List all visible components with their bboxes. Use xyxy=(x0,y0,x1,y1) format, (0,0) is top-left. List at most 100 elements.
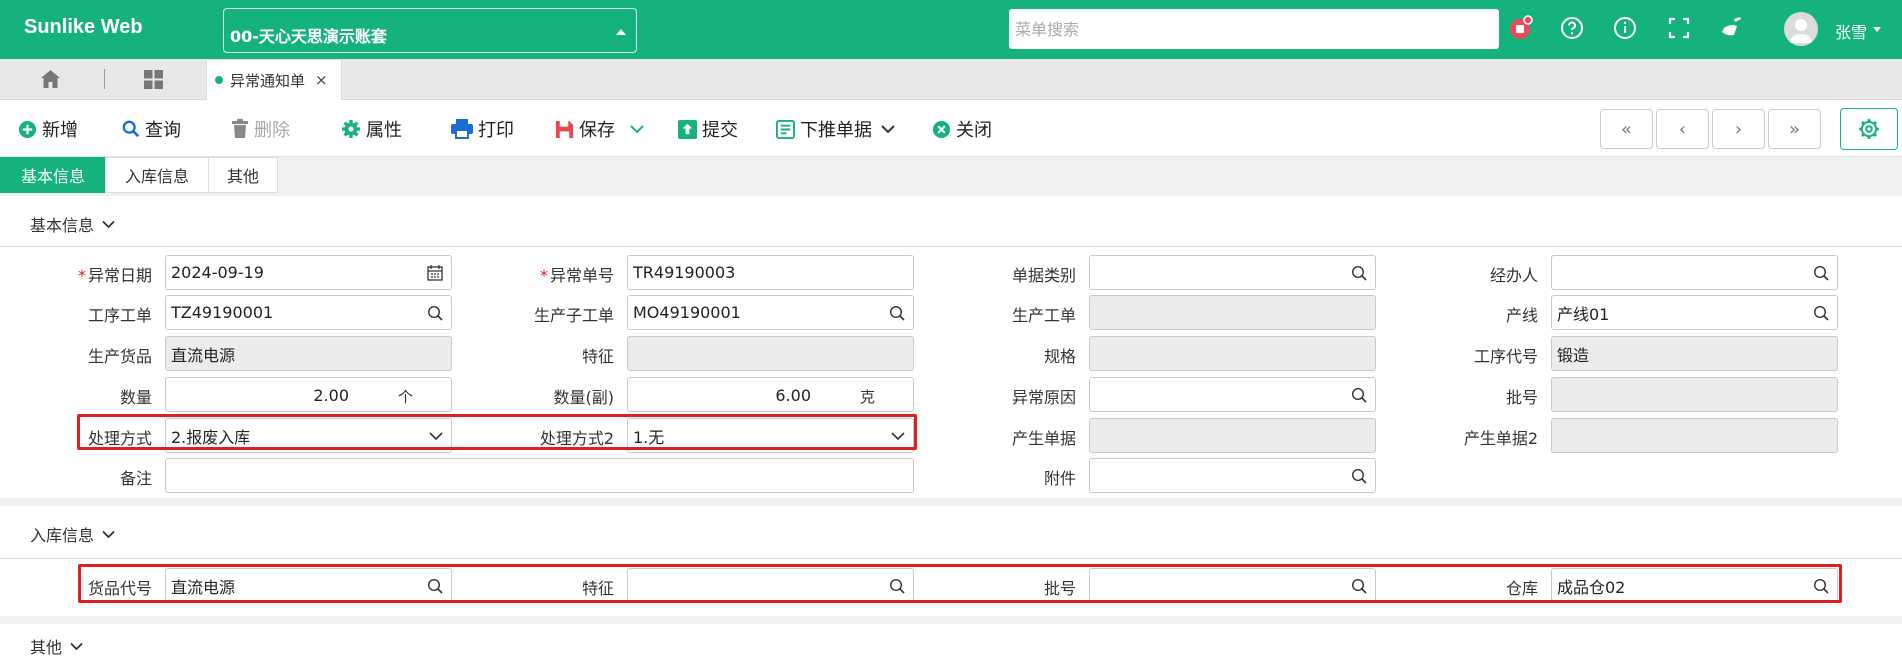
prev-record-button[interactable]: ‹ xyxy=(1656,109,1709,149)
tab-basic-info[interactable]: 基本信息 xyxy=(0,157,106,193)
qty-unit: 个 xyxy=(397,388,413,406)
user-name[interactable]: 张雪 xyxy=(1835,19,1867,43)
proc-order-field[interactable]: TZ49190001 xyxy=(165,295,452,330)
chevron-down-icon xyxy=(1873,27,1881,32)
line-field[interactable]: 产线01 xyxy=(1551,295,1838,330)
other-header[interactable]: 其他 xyxy=(30,634,83,658)
tab-other[interactable]: 其他 xyxy=(208,157,278,193)
first-record-button[interactable]: « xyxy=(1600,109,1653,149)
query-button[interactable]: 查询 xyxy=(122,116,181,142)
search-icon xyxy=(1813,265,1829,281)
chevron-down-icon xyxy=(429,432,443,441)
search-icon xyxy=(1813,578,1829,594)
doc-type-field[interactable] xyxy=(1089,255,1376,290)
warehouse-info-header[interactable]: 入库信息 xyxy=(30,522,115,546)
calendar-icon xyxy=(427,265,443,281)
exc-date-field[interactable]: 2024-09-19 xyxy=(165,255,452,290)
new-button[interactable]: 新增 xyxy=(18,116,78,142)
exc-date-label: * 异常日期 xyxy=(77,266,152,285)
gear-icon xyxy=(1859,119,1879,139)
settings-button[interactable] xyxy=(1840,108,1898,150)
fullscreen-icon[interactable] xyxy=(1666,15,1692,41)
section-title: 基本信息 xyxy=(30,216,95,235)
brand-logo: Sunlike Web xyxy=(24,16,143,38)
close-button[interactable]: 关闭 xyxy=(932,116,992,142)
gear-icon xyxy=(342,120,360,138)
chevron-down-icon xyxy=(891,432,905,441)
push-down-button[interactable]: 下推单据 xyxy=(776,116,895,142)
wh-batch-label: 批号 xyxy=(1043,579,1076,598)
close-label: 关闭 xyxy=(956,120,992,141)
search-icon xyxy=(1351,387,1367,403)
method2-select[interactable]: 1.无 xyxy=(627,418,914,453)
push-down-label: 下推单据 xyxy=(800,120,872,141)
attach-field[interactable] xyxy=(1089,458,1376,493)
remark-field[interactable] xyxy=(165,458,914,493)
qty-label: 数量 xyxy=(119,388,152,407)
properties-button[interactable]: 属性 xyxy=(341,116,402,142)
help-icon[interactable] xyxy=(1559,15,1585,41)
attach-label: 附件 xyxy=(1043,469,1076,488)
notification-icon[interactable] xyxy=(1508,15,1534,41)
print-button[interactable]: 打印 xyxy=(451,116,514,142)
proc-order-label: 工序工单 xyxy=(87,306,152,325)
last-record-button[interactable]: » xyxy=(1768,109,1821,149)
method-select[interactable]: 2.报废入库 xyxy=(165,418,452,453)
warehouse-field[interactable]: 成品仓02 xyxy=(1551,568,1838,603)
batch-label: 批号 xyxy=(1505,388,1538,407)
menu-search-input[interactable] xyxy=(1009,9,1499,49)
search-icon xyxy=(889,578,905,594)
section-title: 入库信息 xyxy=(30,526,95,545)
sub-order-field[interactable]: MO49190001 xyxy=(627,295,914,330)
method-label: 处理方式 xyxy=(87,429,152,448)
save-button[interactable]: 保存 xyxy=(555,116,644,142)
chevron-down-icon xyxy=(630,125,644,134)
search-icon xyxy=(889,305,905,321)
search-icon xyxy=(1351,265,1367,281)
close-circle-icon xyxy=(932,120,951,138)
chevron-down-icon xyxy=(102,530,115,538)
submit-button[interactable]: 提交 xyxy=(678,116,738,142)
product-label: 生产货品 xyxy=(87,347,152,366)
home-icon[interactable] xyxy=(40,69,61,93)
other-panel: 其他 xyxy=(0,624,1902,666)
search-icon xyxy=(122,120,140,138)
printer-icon xyxy=(451,119,473,139)
reason-label: 异常原因 xyxy=(1011,388,1076,407)
tab-warehouse-info[interactable]: 入库信息 xyxy=(105,157,209,193)
avatar[interactable] xyxy=(1784,12,1818,46)
delete-button[interactable]: 删除 xyxy=(231,116,290,142)
trash-icon xyxy=(232,119,248,138)
grid-icon[interactable] xyxy=(143,69,164,94)
feature-field xyxy=(627,336,914,371)
new-label: 新增 xyxy=(42,120,78,141)
qty2-field[interactable]: 6.00 克 xyxy=(627,377,914,412)
item-code-field[interactable]: 直流电源 xyxy=(165,568,452,603)
top-bar: Sunlike Web 00-天心天思演示账套 张雪 xyxy=(0,0,1902,59)
exc-no-field[interactable]: TR49190003 xyxy=(627,255,914,290)
wh-feature-field[interactable] xyxy=(627,568,914,603)
reason-field[interactable] xyxy=(1089,377,1376,412)
submit-label: 提交 xyxy=(702,120,738,141)
qty-field[interactable]: 2.00 个 xyxy=(165,377,452,412)
clean-cache-icon[interactable] xyxy=(1720,15,1746,41)
plus-circle-icon xyxy=(18,120,37,138)
tab-bar: 异常通知单 × xyxy=(0,59,1902,100)
print-label: 打印 xyxy=(478,120,514,141)
warehouse-label: 仓库 xyxy=(1505,579,1538,598)
tab-exception-notice[interactable]: 异常通知单 × xyxy=(206,59,342,100)
close-icon[interactable]: × xyxy=(315,71,328,89)
info-icon[interactable] xyxy=(1612,15,1638,41)
src-doc-field xyxy=(1089,418,1376,453)
qty2-value: 6.00 xyxy=(775,386,811,405)
active-dot-icon xyxy=(215,76,223,84)
section-title: 其他 xyxy=(30,638,63,657)
divider xyxy=(0,558,1902,559)
toolbar: 新增 查询 删除 属性 打印 保存 提交 下推单据 关闭 « ‹ › » xyxy=(0,100,1902,157)
basic-info-header[interactable]: 基本信息 xyxy=(30,212,115,236)
account-selector[interactable]: 00-天心天思演示账套 xyxy=(223,8,637,53)
wh-batch-field[interactable] xyxy=(1089,568,1376,603)
next-record-button[interactable]: › xyxy=(1712,109,1765,149)
handler-field[interactable] xyxy=(1551,255,1838,290)
warehouse-info-panel: 入库信息 货品代号 直流电源 特征 批号 仓库 成品仓02 xyxy=(0,506,1902,616)
